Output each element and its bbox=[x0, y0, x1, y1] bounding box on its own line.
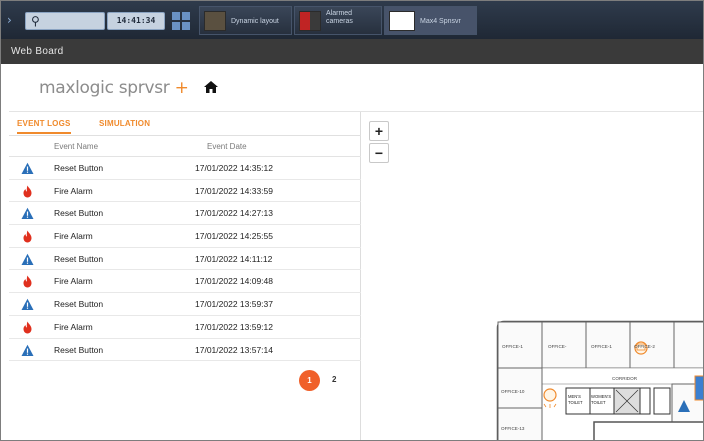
home-icon[interactable] bbox=[204, 81, 218, 93]
taskbar-app-sprvsr[interactable]: Max4 Spnsvr bbox=[384, 6, 477, 35]
event-table: Event Name Event Date Reset Button 17/01/… bbox=[9, 136, 361, 362]
chevron-right-icon[interactable]: › bbox=[7, 13, 17, 27]
room-label-office: OFFICE- bbox=[548, 344, 567, 349]
event-date-cell: 17/01/2022 13:59:37 bbox=[195, 299, 273, 310]
event-name-cell: Fire Alarm bbox=[54, 276, 93, 287]
app-thumbnail bbox=[389, 11, 415, 31]
taskbar-app-dynamic-layout[interactable]: Dynamic layout bbox=[199, 6, 292, 35]
fire-icon bbox=[21, 185, 34, 198]
floor-plan[interactable]: OFFICE-1 OFFICE- OFFICE-1 OFFICE-2 CORRI… bbox=[494, 318, 704, 441]
taskbar-app-label: Max4 Spnsvr bbox=[420, 18, 461, 25]
room-label-mens: MEN'S bbox=[568, 394, 581, 399]
event-name-cell: Reset Button bbox=[54, 344, 104, 355]
table-row[interactable]: Fire Alarm 17/01/2022 14:33:59 bbox=[9, 180, 361, 203]
map-view[interactable]: + − OFFICE-1 OFFICE- OFFICE-1 OFFICE-2 C… bbox=[361, 112, 704, 441]
page-button-current[interactable]: 1 bbox=[299, 370, 320, 391]
warning-icon bbox=[21, 344, 34, 357]
room-label-office-1b: OFFICE-1 bbox=[591, 344, 612, 349]
table-row[interactable]: Reset Button 17/01/2022 13:59:37 bbox=[9, 293, 361, 316]
table-row[interactable]: Reset Button 17/01/2022 14:35:12 bbox=[9, 157, 361, 180]
room-label-office-2: OFFICE-2 bbox=[634, 344, 655, 349]
event-date-cell: 17/01/2022 13:57:14 bbox=[195, 344, 273, 355]
fire-icon bbox=[21, 230, 34, 243]
logo-text: maxlogic sprvsr bbox=[39, 78, 170, 98]
taskbar: › ⚲ 14:41:34 Dynamic layout Alarmed came… bbox=[1, 1, 703, 39]
room-label-corridor: CORRIDOR bbox=[612, 376, 638, 381]
event-date-cell: 17/01/2022 14:27:13 bbox=[195, 208, 273, 219]
warning-icon bbox=[21, 162, 34, 175]
web-board-title: Web Board bbox=[1, 39, 703, 64]
column-header-event-name[interactable]: Event Name bbox=[54, 142, 98, 151]
fire-icon bbox=[21, 321, 34, 334]
logo: maxlogic sprvsr + bbox=[39, 78, 189, 98]
event-name-cell: Reset Button bbox=[54, 163, 104, 173]
event-date-cell: 17/01/2022 14:11:12 bbox=[195, 253, 273, 264]
layout-grid-icon[interactable] bbox=[171, 11, 191, 31]
taskbar-app-label: Alarmed cameras bbox=[326, 10, 353, 25]
logo-plus: + bbox=[169, 78, 189, 98]
event-date-cell: 17/01/2022 13:59:12 bbox=[195, 321, 273, 332]
taskbar-app-label: Dynamic layout bbox=[231, 18, 279, 25]
zoom-in-button[interactable]: + bbox=[369, 121, 389, 141]
room-label-office-1: OFFICE-1 bbox=[502, 344, 523, 349]
table-row[interactable]: Reset Button 17/01/2022 13:57:14 bbox=[9, 339, 361, 362]
room-label-office-10: OFFICE-10 bbox=[501, 389, 525, 394]
event-name-cell: Reset Button bbox=[54, 253, 104, 264]
zoom-out-button[interactable]: − bbox=[369, 143, 389, 163]
table-row[interactable]: Fire Alarm 17/01/2022 13:59:12 bbox=[9, 316, 361, 339]
column-header-event-date[interactable]: Event Date bbox=[207, 142, 247, 151]
event-name-cell: Fire Alarm bbox=[54, 231, 93, 242]
fire-icon bbox=[21, 275, 34, 288]
pagination: 1 2 bbox=[299, 370, 359, 392]
event-name-cell: Reset Button bbox=[54, 299, 104, 310]
table-body: Reset Button 17/01/2022 14:35:12 Fire Alar… bbox=[9, 157, 361, 362]
event-name-cell: Reset Button bbox=[54, 208, 104, 219]
table-row[interactable]: Reset Button 17/01/2022 14:27:13 bbox=[9, 202, 361, 226]
tab-simulation[interactable]: SIMULATION bbox=[99, 119, 150, 128]
event-date-cell: 17/01/2022 14:35:12 bbox=[195, 163, 273, 173]
warning-icon bbox=[21, 298, 34, 311]
tab-event-logs[interactable]: EVENT LOGS bbox=[17, 119, 71, 134]
search-icon: ⚲ bbox=[31, 14, 40, 28]
warning-icon bbox=[21, 207, 34, 220]
page-button-next[interactable]: 2 bbox=[332, 375, 336, 384]
app-thumbnail bbox=[299, 11, 321, 31]
table-row[interactable]: Fire Alarm 17/01/2022 14:09:48 bbox=[9, 270, 361, 294]
app-thumbnail bbox=[204, 11, 226, 31]
taskbar-app-alarmed-cameras[interactable]: Alarmed cameras bbox=[294, 6, 382, 35]
event-date-cell: 17/01/2022 14:25:55 bbox=[195, 231, 273, 242]
event-date-cell: 17/01/2022 14:33:59 bbox=[195, 185, 273, 196]
event-date-cell: 17/01/2022 14:09:48 bbox=[195, 276, 273, 287]
room-label-office-13: OFFICE-13 bbox=[501, 426, 525, 431]
taskbar-search-input[interactable]: ⚲ bbox=[25, 12, 105, 30]
room-label-toilet-2: TOILET bbox=[591, 400, 606, 405]
tab-bar: EVENT LOGS SIMULATION bbox=[9, 112, 361, 136]
app-window: › ⚲ 14:41:34 Dynamic layout Alarmed came… bbox=[0, 0, 704, 441]
room-label-womens: WOMEN'S bbox=[591, 394, 611, 399]
table-header: Event Name Event Date bbox=[9, 136, 361, 157]
taskbar-clock: 14:41:34 bbox=[107, 12, 165, 30]
table-row[interactable]: Fire Alarm 17/01/2022 14:25:55 bbox=[9, 225, 361, 248]
event-log-panel: EVENT LOGS SIMULATION Event Name Event D… bbox=[9, 112, 361, 440]
app-header: maxlogic sprvsr + bbox=[9, 64, 703, 112]
event-name-cell: Fire Alarm bbox=[54, 185, 93, 196]
room-label-toilet: TOILET bbox=[568, 400, 583, 405]
warning-icon bbox=[21, 253, 34, 266]
table-row[interactable]: Reset Button 17/01/2022 14:11:12 bbox=[9, 248, 361, 271]
event-name-cell: Fire Alarm bbox=[54, 321, 93, 332]
